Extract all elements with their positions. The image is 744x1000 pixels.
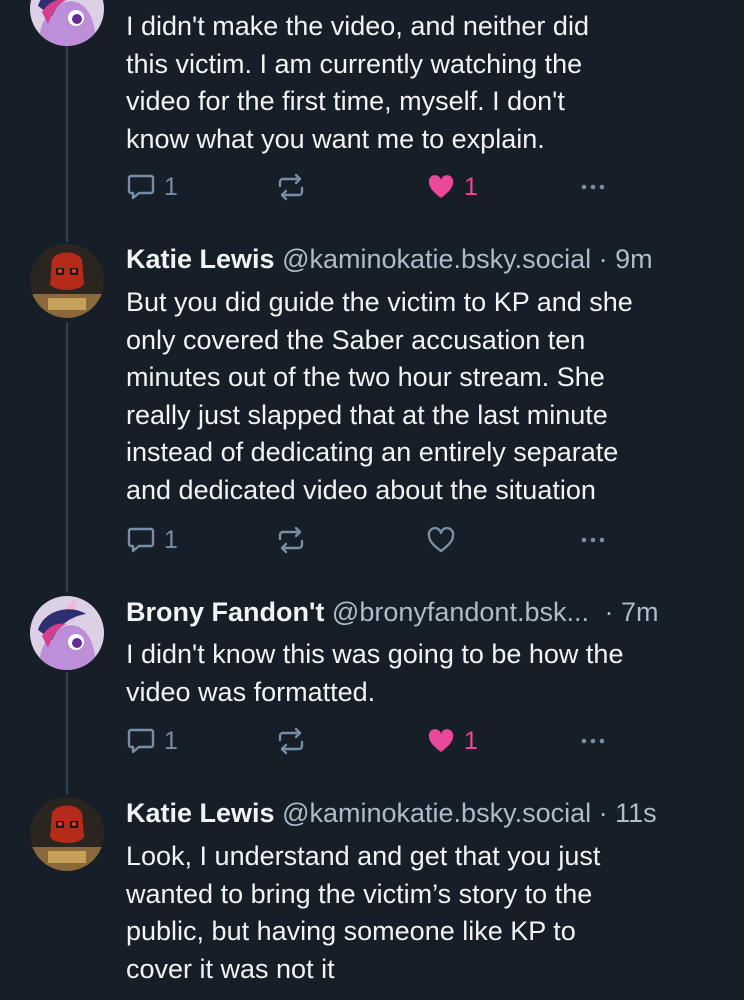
post-timestamp[interactable]: 7m xyxy=(621,597,659,627)
post-text: Look, I understand and get that you just… xyxy=(126,841,601,984)
post-text: But you did guide the victim to KP and s… xyxy=(126,287,633,505)
more-options-button[interactable] xyxy=(578,524,608,556)
avatar[interactable] xyxy=(30,244,104,318)
like-button[interactable]: 1 xyxy=(426,725,478,757)
speech-bubble-icon xyxy=(127,728,155,754)
post-header: Katie Lewis @kaminokatie.bsky.social · 9… xyxy=(126,242,653,276)
pony-avatar-image xyxy=(30,596,104,670)
robot-mask-avatar-image xyxy=(30,244,104,318)
heart-icon xyxy=(428,729,454,752)
reply-count: 1 xyxy=(164,726,178,755)
post-text: I didn't make the video, and neither did… xyxy=(126,11,589,154)
avatar[interactable] xyxy=(30,0,104,46)
repost-arrows-icon xyxy=(278,173,304,201)
thread-line xyxy=(66,46,68,242)
pony-avatar-image xyxy=(30,0,104,46)
post-header: Katie Lewis @kaminokatie.bsky.social · 1… xyxy=(126,796,657,830)
thread-line xyxy=(66,672,68,794)
reply-button[interactable]: 1 xyxy=(126,171,178,203)
speech-bubble-icon xyxy=(127,527,155,553)
like-button[interactable] xyxy=(426,524,456,556)
ellipsis-icon xyxy=(581,184,605,190)
post-text: I didn't know this was going to be how t… xyxy=(126,639,624,707)
author-handle[interactable]: @kaminokatie.bsky.social xyxy=(282,244,591,274)
post-actions: 1 1 xyxy=(126,725,616,757)
ellipsis-icon xyxy=(581,738,605,744)
author-name[interactable]: Brony Fandon't xyxy=(126,597,324,627)
reply-count: 1 xyxy=(164,172,178,201)
reply-button[interactable]: 1 xyxy=(126,524,178,556)
like-button[interactable]: 1 xyxy=(426,171,478,203)
avatar[interactable] xyxy=(30,797,104,871)
more-options-button[interactable] xyxy=(578,171,608,203)
like-count: 1 xyxy=(464,726,478,755)
post-actions: 1 1 xyxy=(126,171,616,203)
robot-mask-avatar-image xyxy=(30,797,104,871)
heart-icon xyxy=(428,175,454,198)
like-count: 1 xyxy=(464,172,478,201)
post-timestamp[interactable]: 9m xyxy=(615,244,653,274)
reply-count: 1 xyxy=(164,525,178,554)
author-handle[interactable]: @bronyfandont.bsk... xyxy=(332,597,589,627)
author-handle[interactable]: @kaminokatie.bsky.social xyxy=(282,798,591,828)
post-actions: 1 xyxy=(126,524,616,556)
repost-button[interactable] xyxy=(276,725,306,757)
post-header: Brony Fandon't @bronyfandont.bsk... · 7m xyxy=(126,595,659,629)
post-timestamp[interactable]: 11s xyxy=(615,798,657,828)
repost-button[interactable] xyxy=(276,524,306,556)
reply-button[interactable]: 1 xyxy=(126,725,178,757)
repost-button[interactable] xyxy=(276,171,306,203)
heart-icon xyxy=(427,526,455,553)
avatar[interactable] xyxy=(30,596,104,670)
ellipsis-icon xyxy=(581,537,605,543)
speech-bubble-icon xyxy=(127,174,155,200)
author-name[interactable]: Katie Lewis xyxy=(126,798,275,828)
thread-line xyxy=(66,322,68,592)
separator-dot: · xyxy=(598,798,608,828)
repost-arrows-icon xyxy=(278,526,304,554)
more-options-button[interactable] xyxy=(578,725,608,757)
repost-arrows-icon xyxy=(278,727,304,755)
separator-dot: · xyxy=(598,244,608,274)
author-name[interactable]: Katie Lewis xyxy=(126,244,275,274)
separator-dot: · xyxy=(604,597,614,627)
